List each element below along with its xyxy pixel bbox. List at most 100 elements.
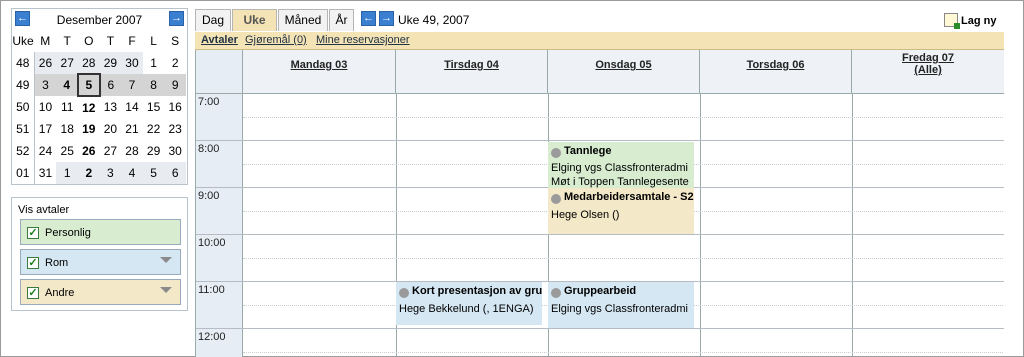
day-cell[interactable]: 25 [56, 140, 78, 162]
event-detail: Hege Bekkelund (, 1ENGA) [399, 303, 534, 315]
day-cell[interactable]: 5 [142, 162, 165, 184]
tab-week[interactable]: Uke [232, 9, 277, 31]
week-number[interactable]: 52 [12, 140, 35, 162]
day-cell[interactable]: 7 [121, 74, 143, 96]
time-label: 12:00 [198, 331, 226, 343]
week-row: 01 31 1 2 3 4 5 6 [12, 162, 186, 184]
calendar-filter-panel: Vis avtaler ✓ Personlig ✓ Rom ✓ Andre [11, 197, 188, 311]
filter-room[interactable]: ✓ Rom [20, 249, 181, 275]
tab-month[interactable]: Måned [278, 9, 328, 31]
day-cell[interactable]: 6 [99, 74, 122, 96]
day-cell[interactable]: 26 [78, 140, 100, 162]
link-reservations[interactable]: Mine reservasjoner [316, 34, 410, 46]
day-cell[interactable]: 1 [56, 162, 78, 184]
day-cell[interactable]: 3 [99, 162, 122, 184]
day-cell[interactable]: 29 [143, 140, 165, 162]
event-kort-presentasjon[interactable]: Kort presentasjon av gru Hege Bekkelund … [396, 282, 542, 325]
next-week-button[interactable]: → [379, 11, 394, 26]
day-cell[interactable]: 29 [99, 52, 122, 74]
create-new-button[interactable]: Lag ny [944, 13, 996, 29]
day-cell[interactable]: 4 [56, 74, 78, 96]
event-detail: Møt i Toppen Tannlegesente [551, 176, 689, 188]
day-cell[interactable]: 30 [121, 52, 143, 74]
weekday-header: M [40, 34, 51, 48]
week-number[interactable]: 49 [12, 74, 35, 96]
day-cell[interactable]: 30 [164, 140, 186, 162]
next-month-button[interactable]: → [169, 11, 184, 26]
day-cell[interactable]: 24 [34, 140, 56, 162]
day-cell[interactable]: 17 [34, 118, 56, 140]
tab-day[interactable]: Dag [195, 9, 231, 31]
hour-line [196, 281, 243, 282]
filter-label: Rom [45, 257, 69, 269]
day-cell[interactable]: 11 [56, 96, 78, 118]
link-tasks[interactable]: Gjøremål (0) [245, 34, 307, 46]
day-cell[interactable]: 4 [121, 162, 143, 184]
filter-other[interactable]: ✓ Andre [20, 279, 181, 305]
event-medarbeidersamtale[interactable]: Medarbeidersamtale - S2 Hege Olsen () [548, 188, 694, 234]
week-number[interactable]: 51 [12, 118, 35, 140]
month-title: Desember 2007 [56, 13, 143, 27]
weekday-header: O [84, 34, 94, 48]
week-title: Uke 49, 2007 [398, 13, 470, 27]
week-number[interactable]: 50 [12, 96, 35, 118]
hour-line [196, 234, 243, 235]
day-cell[interactable]: 28 [78, 52, 100, 74]
day-cell[interactable]: 31 [34, 162, 56, 184]
day-cell[interactable]: 2 [78, 162, 100, 184]
mini-calendar-header: ← Desember 2007 → [12, 9, 187, 30]
filter-personal[interactable]: ✓ Personlig [20, 219, 181, 245]
day-cell[interactable]: 20 [100, 118, 122, 140]
link-appointments[interactable]: Avtaler [201, 34, 238, 46]
checkbox-checked-icon[interactable]: ✓ [27, 227, 39, 239]
day-cell[interactable]: 27 [56, 52, 78, 74]
day-header-thursday[interactable]: Torsdag 06 [700, 50, 852, 93]
checkbox-checked-icon[interactable]: ✓ [27, 287, 39, 299]
day-cell[interactable]: 26 [34, 52, 57, 74]
weekday-header: S [171, 34, 180, 48]
day-cell[interactable]: 15 [143, 96, 165, 118]
week-row-selected: 49 3 4 5 6 7 8 9 [12, 73, 186, 97]
week-number[interactable]: 01 [12, 162, 35, 184]
day-cell[interactable]: 28 [121, 140, 143, 162]
day-header-friday[interactable]: Fredag 07 (Alle) [852, 50, 1004, 93]
day-cell[interactable]: 6 [164, 162, 186, 184]
day-cell[interactable]: 23 [164, 118, 186, 140]
half-hour-line [243, 352, 1004, 353]
day-cell[interactable]: 21 [121, 118, 143, 140]
day-cell[interactable]: 3 [34, 74, 57, 96]
sub-navigation: Avtaler Gjøremål (0) Mine reservasjoner [195, 32, 1004, 50]
day-cell[interactable]: 27 [100, 140, 122, 162]
day-header-tuesday[interactable]: Tirsdag 04 [396, 50, 548, 93]
day-cell[interactable]: 14 [121, 96, 143, 118]
event-status-icon [551, 194, 561, 204]
event-title: Gruppearbeid [564, 285, 637, 297]
tab-year[interactable]: År [329, 9, 354, 31]
dropdown-arrow-icon[interactable] [160, 257, 172, 263]
week-number[interactable]: 48 [12, 52, 35, 74]
event-detail: Hege Olsen () [551, 209, 620, 221]
prev-week-button[interactable]: ← [361, 11, 376, 26]
day-cell[interactable]: 16 [164, 96, 186, 118]
day-cell[interactable]: 10 [34, 96, 56, 118]
day-cell[interactable]: 12 [78, 96, 100, 118]
checkbox-checked-icon[interactable]: ✓ [27, 257, 39, 269]
day-cell[interactable]: 22 [143, 118, 165, 140]
day-cell[interactable]: 19 [78, 118, 100, 140]
day-cell[interactable]: 18 [56, 118, 78, 140]
day-cell[interactable]: 1 [143, 52, 165, 74]
day-cell[interactable]: 9 [164, 74, 186, 96]
day-header-label: Onsdag 05 [595, 59, 652, 71]
event-tannlege[interactable]: Tannlege Elging vgs Classfronteradmi Møt… [548, 142, 694, 188]
half-hour-line [243, 258, 1004, 259]
hour-line [243, 140, 1004, 141]
day-cell[interactable]: 2 [164, 52, 186, 74]
day-cell[interactable]: 8 [142, 74, 165, 96]
day-header-monday[interactable]: Mandag 03 [243, 50, 396, 93]
day-cell[interactable]: 13 [100, 96, 122, 118]
day-cell-today[interactable]: 5 [77, 73, 101, 97]
dropdown-arrow-icon[interactable] [160, 287, 172, 293]
event-gruppearbeid[interactable]: Gruppearbeid Elging vgs Classfronteradmi [548, 282, 694, 328]
event-detail: Elging vgs Classfronteradmi [551, 162, 688, 174]
day-header-wednesday[interactable]: Onsdag 05 [548, 50, 700, 93]
